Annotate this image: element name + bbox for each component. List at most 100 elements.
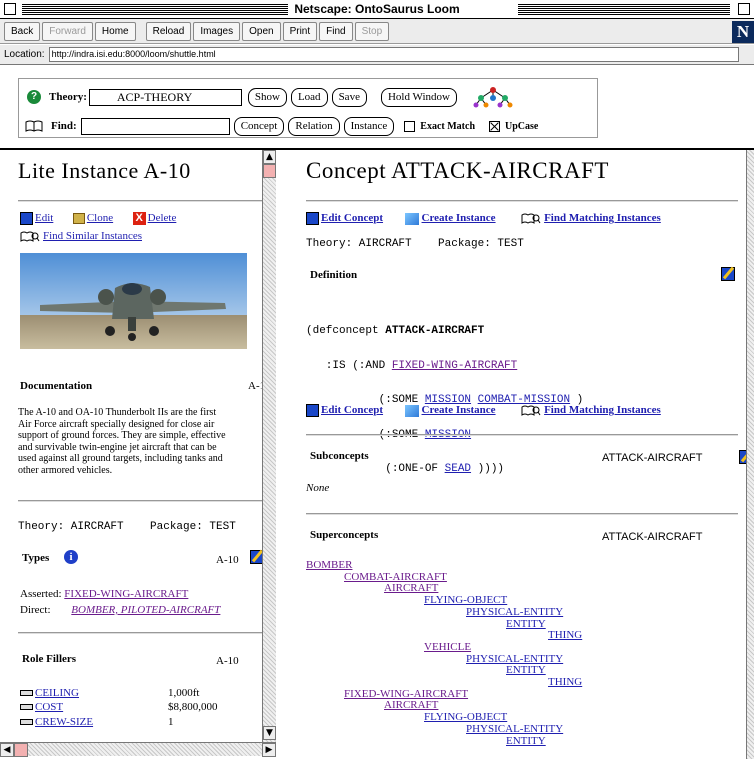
tree-node-link[interactable]: ENTITY <box>506 664 546 676</box>
find-label: Find: <box>51 120 77 132</box>
doc-line: used against all ground targets, includi… <box>18 453 223 464</box>
definition-code: (defconcept ATTACK-AIRCRAFT :IS (:AND FI… <box>306 303 583 499</box>
role-value: 1,000ft <box>168 687 200 699</box>
role-name-link[interactable]: CEILING <box>35 687 79 699</box>
clone-icon[interactable] <box>72 213 85 224</box>
edit-concept-icon[interactable] <box>306 404 319 417</box>
zoom-box[interactable] <box>738 3 750 15</box>
find-input[interactable] <box>80 117 230 135</box>
scroll-left-arrow[interactable]: ◀ <box>0 743 14 757</box>
delete-link[interactable]: Delete <box>148 212 177 224</box>
role-name-link[interactable]: COST <box>35 701 63 713</box>
tree-node-link[interactable]: ENTITY <box>506 618 546 630</box>
divider <box>18 200 266 202</box>
show-button[interactable]: Show <box>247 87 287 107</box>
superconcept-tree: BOMBER COMBAT-AIRCRAFT AIRCRAFT FLYING-O… <box>306 559 582 747</box>
role-name-link[interactable]: CREW-SIZE <box>35 716 93 728</box>
help-icon[interactable]: ? <box>27 90 41 104</box>
open-button[interactable]: Open <box>242 21 281 41</box>
tree-node-link[interactable]: THING <box>548 676 582 688</box>
create-instance-link[interactable]: Create Instance <box>422 404 496 416</box>
edit-concept-icon[interactable] <box>306 212 319 225</box>
tree-node-link[interactable]: VEHICLE <box>424 641 471 653</box>
tree-node-link[interactable]: PHYSICAL-ENTITY <box>466 606 563 618</box>
def-concept-name: ATTACK-AIRCRAFT <box>385 325 485 337</box>
scroll-right-arrow[interactable]: ▶ <box>262 743 276 757</box>
role-row: CREW-SIZE <box>20 716 93 728</box>
print-button[interactable]: Print <box>282 21 318 41</box>
tree-node-link[interactable]: ENTITY <box>506 735 546 747</box>
exact-match-checkbox[interactable] <box>404 120 416 132</box>
stop-button[interactable]: Stop <box>354 21 390 41</box>
create-instance-link[interactable]: Create Instance <box>422 212 496 224</box>
reload-button[interactable]: Reload <box>145 21 192 41</box>
location-input[interactable]: http://indra.isi.edu:8000/loom/shuttle.h… <box>48 47 739 62</box>
info-icon[interactable]: i <box>64 550 78 564</box>
direct-links[interactable]: BOMBER, PILOTED-AIRCRAFT <box>71 604 220 616</box>
save-button[interactable]: Save <box>331 87 367 107</box>
tree-node-link[interactable]: BOMBER <box>306 559 352 571</box>
window-title-bar[interactable]: Netscape: OntoSaurus Loom <box>0 0 754 19</box>
tree-node-link[interactable]: AIRCRAFT <box>384 582 438 595</box>
find-matching-icon[interactable] <box>521 213 541 224</box>
concept-frame: Concept ATTACK-AIRCRAFT Edit Concept Cre… <box>290 150 746 759</box>
concept-button[interactable]: Concept <box>233 116 285 136</box>
edit-subconcepts-icon[interactable] <box>739 450 746 464</box>
tree-node-link[interactable]: COMBAT-AIRCRAFT <box>344 571 447 583</box>
role-bar-icon <box>20 719 33 726</box>
back-button[interactable]: Back <box>4 21 41 41</box>
tree-node-link[interactable]: FIXED-WING-AIRCRAFT <box>344 688 468 700</box>
create-instance-icon[interactable] <box>404 212 419 225</box>
tree-node-link[interactable]: AIRCRAFT <box>384 699 438 712</box>
edit-definition-icon[interactable] <box>721 267 735 281</box>
find-row: Find: Concept Relation Instance Exact Ma… <box>19 114 538 138</box>
home-button[interactable]: Home <box>94 21 136 41</box>
find-matching-link[interactable]: Find Matching Instances <box>544 404 661 416</box>
find-matching-icon[interactable] <box>521 405 541 416</box>
tree-node-link[interactable]: PHYSICAL-ENTITY <box>466 653 563 665</box>
left-vertical-scrollbar[interactable]: ▲ ▼ <box>262 150 276 742</box>
def-link[interactable]: SEAD <box>445 463 471 475</box>
def-line: (:ONE-OF SEAD )))) <box>306 463 583 476</box>
find-button[interactable]: Find <box>319 21 353 41</box>
def-link[interactable]: FIXED-WING-AIRCRAFT <box>392 360 517 372</box>
scroll-thumb[interactable] <box>263 164 276 178</box>
upcase-checkbox[interactable] <box>489 120 501 132</box>
instance-frame: Lite Instance A-10 Edit Clone X Delete Fi… <box>0 150 276 759</box>
relation-button[interactable]: Relation <box>288 116 340 136</box>
images-button[interactable]: Images <box>193 21 241 41</box>
direct-row: Direct: BOMBER, PILOTED-AIRCRAFT <box>20 604 220 616</box>
left-horizontal-scrollbar[interactable]: ◀ ▶ <box>0 742 276 757</box>
asserted-link[interactable]: FIXED-WING-AIRCRAFT <box>64 588 188 600</box>
netscape-logo[interactable]: N <box>732 21 754 43</box>
clone-link[interactable]: Clone <box>87 212 113 224</box>
theory-input[interactable]: ACP-THEORY <box>88 88 242 106</box>
h-scroll-thumb[interactable] <box>14 743 28 757</box>
hold-window-button[interactable]: Hold Window <box>380 87 457 107</box>
scroll-up-arrow[interactable]: ▲ <box>263 150 276 164</box>
find-similar-link[interactable]: Find Similar Instances <box>43 230 142 242</box>
direct-label: Direct: <box>20 604 51 616</box>
right-vertical-scrollbar[interactable] <box>746 150 754 759</box>
delete-icon[interactable]: X <box>132 212 146 225</box>
tree-node-link[interactable]: FLYING-OBJECT <box>424 711 507 723</box>
edit-concept-link[interactable]: Edit Concept <box>321 404 383 416</box>
create-instance-icon[interactable] <box>404 404 419 417</box>
tree-node-link[interactable]: PHYSICAL-ENTITY <box>466 723 563 735</box>
forward-button[interactable]: Forward <box>42 21 93 41</box>
load-button[interactable]: Load <box>290 87 328 107</box>
instance-button[interactable]: Instance <box>343 116 395 136</box>
edit-icon[interactable] <box>20 212 33 225</box>
divider <box>306 513 738 515</box>
doc-line: Air Force aircraft specially designed fo… <box>18 418 215 430</box>
scroll-down-arrow[interactable]: ▼ <box>263 726 276 740</box>
edit-concept-link[interactable]: Edit Concept <box>321 212 383 224</box>
divider <box>18 632 266 634</box>
find-matching-link[interactable]: Find Matching Instances <box>544 212 661 224</box>
find-similar-icon[interactable] <box>20 231 40 242</box>
close-box[interactable] <box>4 3 16 15</box>
edit-link[interactable]: Edit <box>35 212 53 224</box>
hierarchy-graph-icon[interactable] <box>473 86 513 108</box>
tree-node-link[interactable]: FLYING-OBJECT <box>424 594 507 606</box>
tree-node-link[interactable]: THING <box>548 629 582 641</box>
